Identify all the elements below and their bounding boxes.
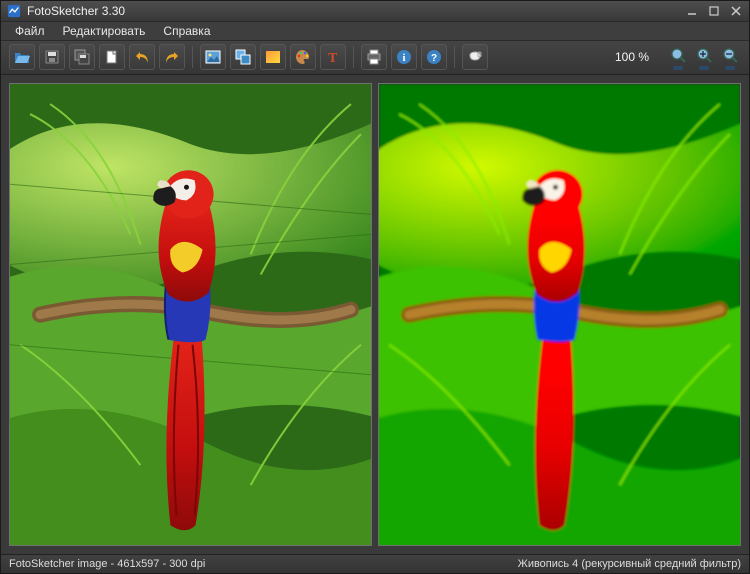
close-button[interactable] xyxy=(729,4,743,18)
toolbar-separator xyxy=(454,46,455,68)
undo-button[interactable] xyxy=(129,44,155,70)
post-process-button[interactable] xyxy=(260,44,286,70)
source-image-button[interactable] xyxy=(200,44,226,70)
window-title: FotoSketcher 3.30 xyxy=(27,4,685,18)
statusbar: FotoSketcher image - 461x597 - 300 dpi Ж… xyxy=(1,554,749,573)
app-icon xyxy=(7,4,21,18)
zoom-label: 100 % xyxy=(605,50,659,64)
result-image xyxy=(379,84,740,545)
titlebar: FotoSketcher 3.30 xyxy=(1,1,749,22)
redo-button[interactable] xyxy=(159,44,185,70)
window-controls xyxy=(685,4,743,18)
zoom-in-button[interactable] xyxy=(693,42,715,72)
source-image-pane[interactable] xyxy=(9,83,372,546)
content-area xyxy=(1,75,749,554)
source-image xyxy=(10,84,371,545)
menu-help[interactable]: Справка xyxy=(155,22,218,40)
maximize-button[interactable] xyxy=(707,4,721,18)
svg-text:i: i xyxy=(402,52,405,64)
result-image-pane[interactable] xyxy=(378,83,741,546)
info-button[interactable]: i xyxy=(391,44,417,70)
menubar: Файл Редактировать Справка xyxy=(1,22,749,41)
donate-button[interactable] xyxy=(462,44,488,70)
palette-button[interactable] xyxy=(290,44,316,70)
zoom-out-button[interactable] xyxy=(719,42,741,72)
save-as-button[interactable] xyxy=(69,44,95,70)
toolbar-separator xyxy=(353,46,354,68)
menu-edit[interactable]: Редактировать xyxy=(55,22,154,40)
save-button[interactable] xyxy=(39,44,65,70)
svg-text:T: T xyxy=(328,51,338,65)
status-left: FotoSketcher image - 461x597 - 300 dpi xyxy=(9,558,518,570)
print-button[interactable] xyxy=(361,44,387,70)
status-right: Живопись 4 (рекурсивный средний фильтр) xyxy=(518,558,741,570)
toolbar-separator xyxy=(192,46,193,68)
zoom-fit-button[interactable] xyxy=(667,42,689,72)
text-button[interactable]: T xyxy=(320,44,346,70)
new-button[interactable] xyxy=(99,44,125,70)
svg-text:?: ? xyxy=(431,53,437,64)
menu-file[interactable]: Файл xyxy=(7,22,53,40)
help-button[interactable]: ? xyxy=(421,44,447,70)
minimize-button[interactable] xyxy=(685,4,699,18)
toolbar: T i ? 100 % xyxy=(1,41,749,75)
zoom-tools xyxy=(667,42,741,72)
batch-button[interactable] xyxy=(230,44,256,70)
app-window: FotoSketcher 3.30 Файл Редактировать Спр… xyxy=(0,0,750,574)
open-button[interactable] xyxy=(9,44,35,70)
